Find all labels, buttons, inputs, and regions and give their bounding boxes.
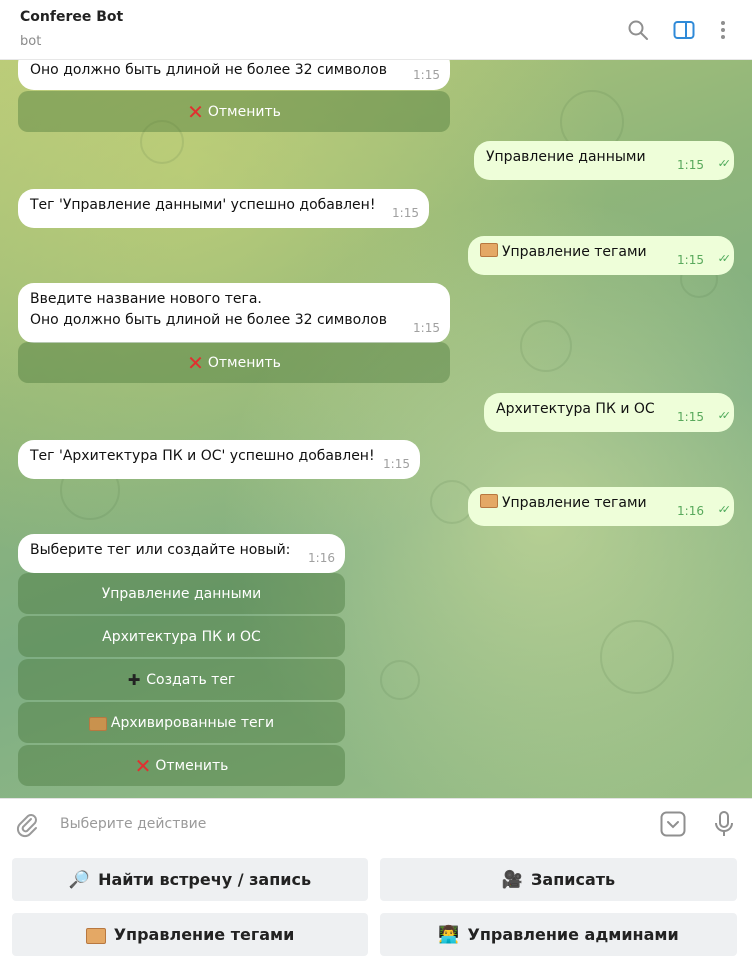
message-incoming: Введите название нового тега. Оно должно…	[18, 283, 450, 343]
video-camera-icon: 🎥	[501, 869, 524, 890]
cross-mark-icon: ✕	[134, 753, 152, 778]
double-check-icon: ✓✓	[717, 409, 732, 422]
cross-mark-icon: ✕	[187, 350, 204, 375]
search-icon[interactable]	[625, 17, 651, 43]
message-outgoing: Управление тегами 1:16 ✓✓	[468, 487, 734, 526]
inline-tag-label: Архитектура ПК и ОС	[102, 628, 261, 645]
archived-tags-label: Архивированные теги	[110, 714, 275, 731]
microphone-icon[interactable]	[713, 810, 735, 842]
inline-cancel-label: Отменить	[155, 757, 229, 774]
card-index-icon	[480, 494, 498, 508]
message-incoming: Тег 'Архитектура ПК и ОС' успешно добавл…	[18, 440, 420, 479]
message-text: Тег 'Архитектура ПК и ОС' успешно добавл…	[30, 448, 375, 464]
inline-cancel-button[interactable]: ✕ Отменить	[18, 342, 450, 383]
message-input[interactable]: Выберите действие	[60, 816, 206, 832]
message-time: 1:16	[308, 551, 335, 565]
inline-cancel-label: Отменить	[207, 103, 281, 120]
message-text: Оно должно быть длиной не более 32 симво…	[30, 62, 387, 78]
message-time: 1:15	[677, 158, 704, 172]
attach-icon[interactable]	[14, 812, 40, 842]
sidebar-toggle-icon[interactable]	[671, 17, 697, 43]
inline-tag-button[interactable]: Управление данными	[18, 573, 345, 614]
create-tag-label: Создать тег	[146, 671, 236, 688]
message-time: 1:15	[677, 253, 704, 267]
message-incoming: Оно должно быть длиной не более 32 симво…	[18, 60, 450, 90]
keyboard-toggle-icon[interactable]	[660, 811, 686, 841]
chat-header: Conferee Bot bot	[0, 0, 752, 60]
message-text: Тег 'Управление данными' успешно добавле…	[30, 197, 376, 213]
inline-cancel-button[interactable]: ✕ Отменить	[18, 745, 345, 786]
message-composer: Выберите действие	[0, 798, 752, 850]
inline-tag-button[interactable]: Архитектура ПК и ОС	[18, 616, 345, 657]
message-outgoing: Управление данными 1:15 ✓✓	[474, 141, 734, 180]
cross-mark-icon: ✕	[187, 99, 204, 124]
technologist-icon: 👨‍💻	[438, 924, 460, 945]
message-text: Управление тегами	[502, 244, 647, 260]
double-check-icon: ✓✓	[717, 503, 732, 516]
more-vert-icon[interactable]	[710, 17, 736, 43]
message-text: Выберите тег или создайте новый:	[30, 542, 291, 558]
record-label: Записать	[531, 870, 616, 889]
inline-tag-label: Управление данными	[101, 585, 262, 602]
record-button[interactable]: 🎥 Записать	[380, 858, 737, 901]
message-text-line1: Введите название нового тега.	[30, 291, 262, 307]
inline-cancel-label: Отменить	[207, 354, 281, 371]
archived-tags-button[interactable]: Архивированные теги	[18, 702, 345, 743]
inline-cancel-button[interactable]: ✕ Отменить	[18, 91, 450, 132]
message-text: Управление данными	[486, 149, 646, 165]
message-incoming: Тег 'Управление данными' успешно добавле…	[18, 189, 429, 228]
message-time: 1:15	[413, 68, 440, 82]
chat-history[interactable]: Оно должно быть длиной не более 32 симво…	[0, 60, 752, 798]
message-incoming: Выберите тег или создайте новый: 1:16	[18, 534, 345, 573]
find-meeting-button[interactable]: 🔎 Найти встречу / запись	[12, 858, 368, 901]
magnifier-icon: 🔎	[68, 869, 91, 890]
message-outgoing: Архитектура ПК и ОС 1:15 ✓✓	[484, 393, 734, 432]
message-time: 1:16	[677, 504, 704, 518]
card-index-icon	[480, 243, 498, 257]
create-tag-button[interactable]: ✚ Создать тег	[18, 659, 345, 700]
manage-tags-button[interactable]: Управление тегами	[12, 913, 368, 956]
package-icon	[88, 716, 107, 731]
chat-title[interactable]: Conferee Bot	[20, 9, 123, 25]
message-time: 1:15	[677, 410, 704, 424]
manage-admins-label: Управление админами	[467, 925, 679, 944]
chat-subtitle: bot	[20, 34, 42, 49]
message-text-line2: Оно должно быть длиной не более 32 симво…	[30, 312, 387, 328]
manage-tags-label: Управление тегами	[113, 925, 295, 944]
message-outgoing: Управление тегами 1:15 ✓✓	[468, 236, 734, 275]
message-time: 1:15	[413, 321, 440, 335]
message-time: 1:15	[383, 457, 410, 471]
reply-keyboard: 🔎 Найти встречу / запись 🎥 Записать Упра…	[0, 850, 752, 965]
message-time: 1:15	[392, 206, 419, 220]
plus-icon: ✚	[127, 670, 141, 689]
double-check-icon: ✓✓	[717, 252, 732, 265]
manage-admins-button[interactable]: 👨‍💻 Управление админами	[380, 913, 737, 956]
double-check-icon: ✓✓	[717, 157, 732, 170]
card-index-icon	[85, 927, 106, 944]
message-text: Архитектура ПК и ОС	[496, 401, 655, 417]
find-meeting-label: Найти встречу / запись	[98, 870, 312, 889]
message-text: Управление тегами	[502, 495, 647, 511]
